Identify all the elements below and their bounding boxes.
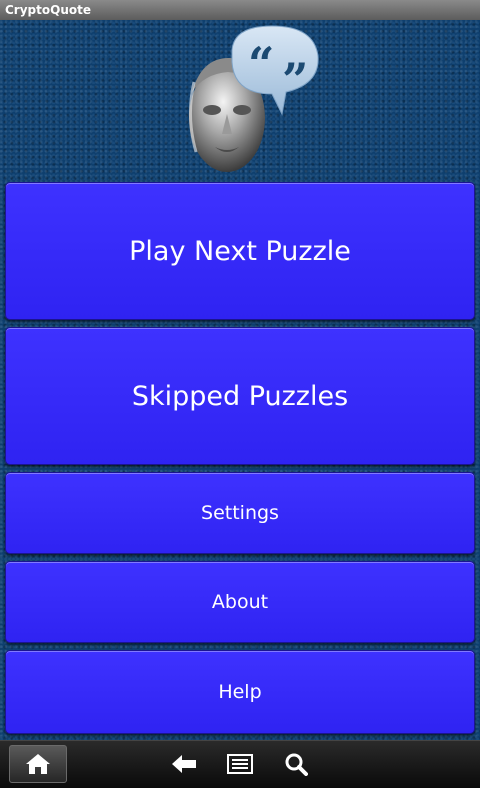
- settings-button[interactable]: Settings: [5, 472, 475, 554]
- skipped-puzzles-button[interactable]: Skipped Puzzles: [5, 327, 475, 465]
- svg-text:”: ”: [282, 53, 308, 107]
- back-button[interactable]: [170, 751, 198, 777]
- settings-label: Settings: [201, 502, 279, 524]
- main-content: “ ” Play Next Puzzle Skipped Puzzles Set…: [0, 20, 480, 740]
- app-title-bar: CryptoQuote: [0, 0, 480, 20]
- skipped-puzzles-label: Skipped Puzzles: [131, 380, 349, 412]
- system-navigation-bar: [0, 740, 480, 788]
- menu-button[interactable]: [226, 751, 254, 777]
- about-button[interactable]: About: [5, 561, 475, 643]
- play-next-puzzle-button[interactable]: Play Next Puzzle: [5, 182, 475, 320]
- search-button[interactable]: [282, 751, 310, 777]
- home-button[interactable]: [9, 745, 67, 783]
- search-icon: [285, 753, 308, 776]
- menu-icon: [227, 754, 253, 774]
- app-title: CryptoQuote: [5, 3, 91, 17]
- help-button[interactable]: Help: [5, 650, 475, 734]
- logo-head-quote-icon: “ ”: [188, 25, 319, 172]
- help-label: Help: [218, 681, 262, 703]
- svg-text:“: “: [248, 37, 274, 91]
- home-icon: [26, 754, 50, 774]
- play-next-puzzle-label: Play Next Puzzle: [129, 235, 351, 267]
- about-label: About: [211, 591, 269, 613]
- back-arrow-icon: [172, 755, 196, 773]
